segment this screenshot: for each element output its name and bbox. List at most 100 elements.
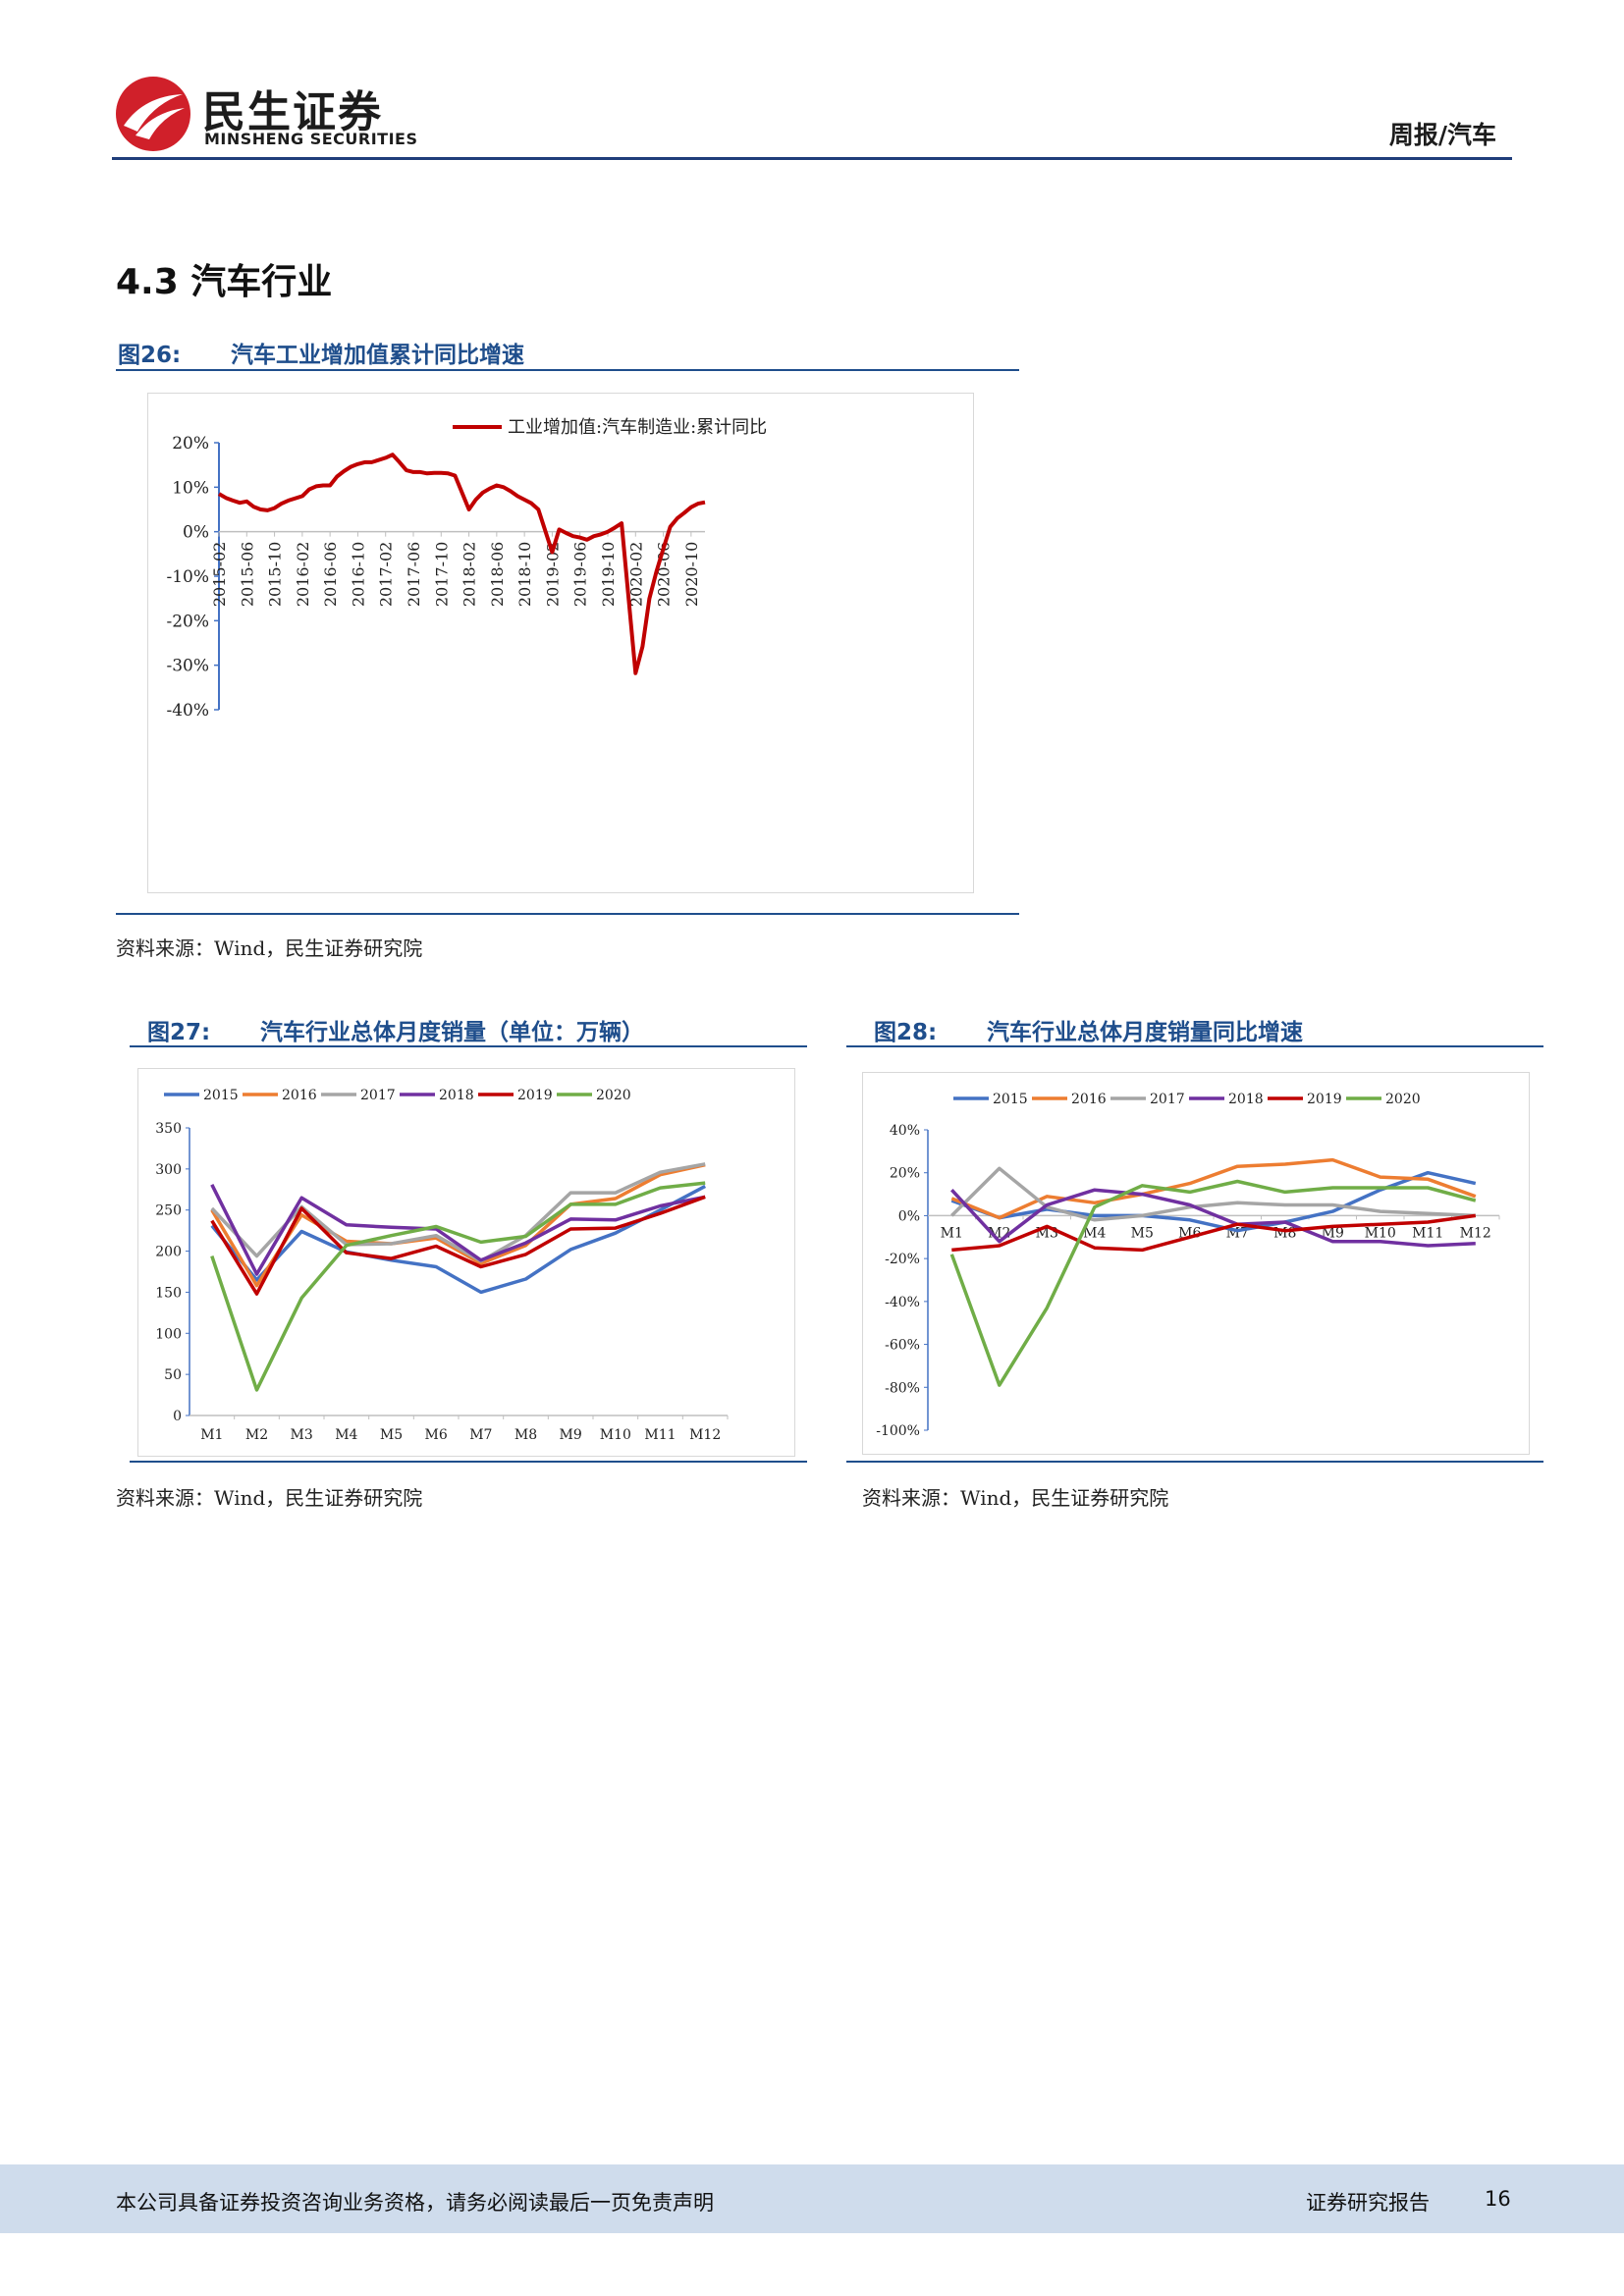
- figure-28-caption: 汽车行业总体月度销量同比增速: [987, 1020, 1303, 1045]
- x-tick-label: 2016-06: [321, 542, 340, 607]
- y-tick-label: 40%: [890, 1123, 920, 1139]
- y-tick-label: -100%: [876, 1423, 920, 1439]
- x-tick-label: 2019-06: [571, 542, 590, 607]
- footer-disclaimer: 本公司具备证券投资咨询业务资格，请务必阅读最后一页免责声明: [116, 2191, 714, 2215]
- figure-28-title: 图28: 汽车行业总体月度销量同比增速: [874, 1013, 1303, 1046]
- figure-27-chart: 350 300 250 200 150 100 50 0 M1 M2 M3 M4 M5 M6 M7 M8 M9 M…: [137, 1068, 795, 1457]
- figure-28-top-rule: [846, 1045, 1543, 1047]
- logo: [114, 75, 192, 153]
- x-tick-label: M10: [1365, 1225, 1396, 1241]
- y-tick-label: 0%: [898, 1208, 920, 1224]
- figure-26-top-rule: [116, 369, 1019, 371]
- y-tick-label: 10%: [172, 478, 209, 498]
- legend-label-2017: 2017: [360, 1088, 396, 1103]
- header-divider: [112, 157, 1512, 160]
- x-tick-label: M8: [1273, 1225, 1296, 1241]
- y-tick-label: -20%: [166, 612, 209, 631]
- x-tick-label: 2015-10: [266, 542, 285, 607]
- figure-27-bottom-rule: [130, 1461, 807, 1463]
- figure-27-top-rule: [130, 1045, 807, 1047]
- figure-28-bottom-rule: [846, 1461, 1543, 1463]
- x-tick-label: 2016-02: [294, 542, 312, 607]
- y-tick-label: -10%: [166, 567, 209, 587]
- figure-27-source: 资料来源：Wind，民生证券研究院: [116, 1486, 423, 1510]
- x-tick-label: M11: [1412, 1225, 1443, 1241]
- y-tick-label: 150: [155, 1285, 182, 1301]
- x-tick-label: M4: [335, 1427, 357, 1443]
- x-tick-label: M3: [291, 1427, 313, 1443]
- figure-28-number: 图28:: [874, 1020, 938, 1045]
- figure-28-source: 资料来源：Wind，民生证券研究院: [862, 1486, 1169, 1510]
- report-type: 周报/汽车: [1388, 121, 1496, 149]
- legend-label-2018: 2018: [439, 1088, 474, 1103]
- x-tick-label: 2018-02: [460, 542, 479, 607]
- figure-27-caption: 汽车行业总体月度销量（单位：万辆）: [260, 1020, 644, 1045]
- x-tick-label: M11: [644, 1427, 676, 1443]
- figure-26-caption: 汽车工业增加值累计同比增速: [231, 343, 524, 368]
- x-tick-label: M7: [469, 1427, 492, 1443]
- x-tick-label: M5: [380, 1427, 403, 1443]
- legend-label-2019: 2019: [1307, 1092, 1342, 1107]
- chart-industrial-value-added: 20% 10% 0% -10% -20% -30% -40% 2015-02 2015-06 20…: [166, 417, 767, 721]
- legend-label-2018: 2018: [1228, 1092, 1264, 1107]
- y-tick-label: 20%: [172, 434, 209, 454]
- x-tick-label: M10: [600, 1427, 631, 1443]
- y-tick-label: 250: [155, 1203, 182, 1219]
- y-tick-label: 20%: [890, 1166, 920, 1182]
- y-tick-label: -20%: [885, 1252, 920, 1267]
- x-tick-label: 2017-06: [405, 542, 423, 607]
- y-tick-label: 0: [173, 1409, 182, 1424]
- x-tick-label: M1: [200, 1427, 223, 1443]
- y-tick-label: 100: [155, 1326, 182, 1342]
- figure-26-bottom-rule: [116, 913, 1019, 915]
- legend-label-2020: 2020: [1385, 1092, 1421, 1107]
- figure-26-number: 图26:: [118, 343, 182, 368]
- y-tick-label: -80%: [885, 1380, 920, 1396]
- x-tick-label: M2: [245, 1427, 268, 1443]
- y-tick-label: -40%: [885, 1295, 920, 1310]
- x-tick-label: 2017-10: [432, 542, 451, 607]
- y-tick-label: 300: [155, 1162, 182, 1178]
- legend-label-2015: 2015: [203, 1088, 239, 1103]
- logo-text-en: MINSHENG SECURITIES: [204, 130, 418, 148]
- legend-label-2015: 2015: [993, 1092, 1028, 1107]
- x-tick-label: M5: [1131, 1225, 1154, 1241]
- x-tick-label: M1: [941, 1225, 963, 1241]
- footer-page-number: 16: [1485, 2187, 1511, 2211]
- legend-label-2020: 2020: [596, 1088, 631, 1103]
- x-tick-label: 2019-10: [599, 542, 618, 607]
- y-tick-label: 200: [155, 1245, 182, 1260]
- y-tick-label: -30%: [166, 657, 209, 676]
- series-line-2019: [951, 1213, 1477, 1253]
- figure-26-chart: 20% 10% 0% -10% -20% -30% -40% 2015-02 2015-06 20…: [147, 393, 974, 893]
- x-tick-label: M12: [689, 1427, 721, 1443]
- x-tick-label: M12: [1460, 1225, 1491, 1241]
- footer-report-label: 证券研究报告: [1306, 2191, 1430, 2215]
- y-tick-label: -60%: [885, 1338, 920, 1354]
- figure-27-title: 图27: 汽车行业总体月度销量（单位：万辆）: [147, 1013, 644, 1046]
- chart-monthly-sales-yoy: 40%20%0%-20%-40%-60%-80%-100%M1 M2 M3 M4 M5 M…: [876, 1092, 1500, 1439]
- x-tick-label: 2015-06: [238, 542, 256, 607]
- legend-label-2019: 2019: [517, 1088, 553, 1103]
- figure-26-source: 资料来源：Wind，民生证券研究院: [116, 936, 423, 960]
- y-tick-label: 50: [164, 1367, 182, 1383]
- x-tick-label: M9: [560, 1427, 582, 1443]
- y-tick-label: 0%: [183, 523, 209, 543]
- legend-label: 工业增加值:汽车制造业:累计同比: [508, 417, 767, 438]
- logo-mark-icon: [116, 77, 190, 151]
- x-tick-label: 2017-02: [377, 542, 396, 607]
- legend-label-2017: 2017: [1150, 1092, 1185, 1107]
- x-tick-label: 2020-10: [682, 542, 701, 607]
- x-tick-label: 2018-06: [488, 542, 507, 607]
- chart-monthly-sales: 350 300 250 200 150 100 50 0 M1 M2 M3 M4 M5 M6 M7 M8 M9 M…: [155, 1088, 729, 1443]
- figure-28-chart: 40% 20% 0% -20% -40% -60% -80% -100% M1 M2 M3 M4 M5 M…: [862, 1072, 1530, 1455]
- legend-label-2016: 2016: [282, 1088, 317, 1103]
- figure-26-title: 图26: 汽车工业增加值累计同比增速: [118, 336, 524, 369]
- y-tick-label: -40%: [166, 701, 209, 721]
- y-tick-label: 350: [155, 1121, 182, 1137]
- figure-27-number: 图27:: [147, 1020, 211, 1045]
- x-tick-label: 2015-02: [210, 542, 229, 607]
- x-tick-label: 2018-10: [515, 542, 534, 607]
- x-tick-label: M8: [514, 1427, 537, 1443]
- section-title: 4.3 汽车行业: [116, 262, 333, 302]
